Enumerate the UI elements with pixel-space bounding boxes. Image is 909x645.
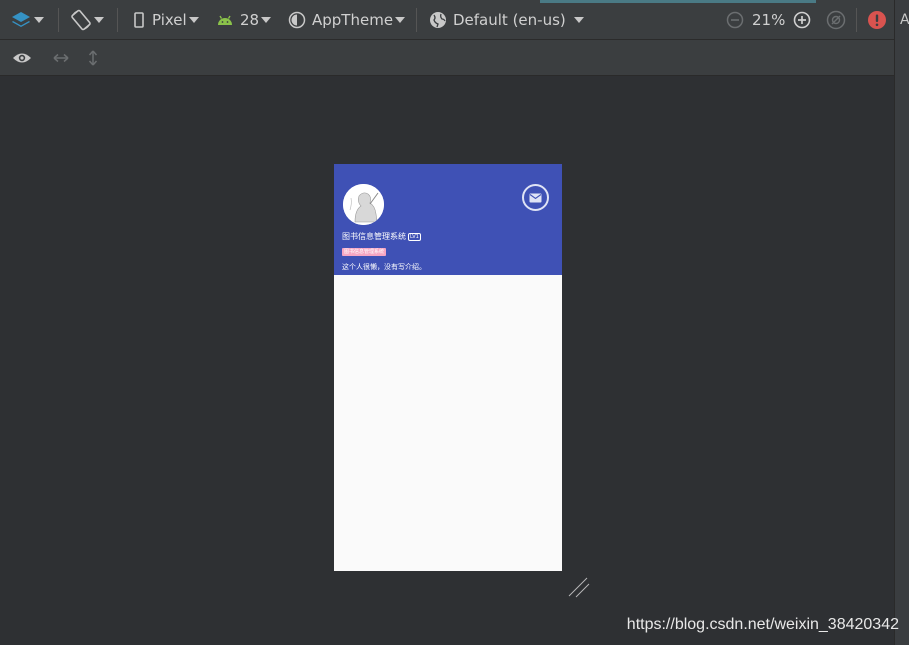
rotate-icon [71,9,91,31]
message-button[interactable] [522,184,549,211]
api-level-dropdown[interactable]: 28 [216,0,272,40]
preview-resize-handle[interactable] [567,575,591,603]
locale-dropdown[interactable]: Default (en-us) [429,0,584,40]
chevron-down-icon [34,17,44,23]
arrows-horizontal-icon [53,53,69,63]
toolbar-divider [117,8,118,32]
watermark-url: https://blog.csdn.net/weixin_38420342 [626,616,899,633]
zoom-out-button[interactable] [726,0,744,40]
toolbar-divider [58,8,59,32]
resize-grip-icon [568,577,590,598]
level-badge: LV1 [408,232,421,241]
show-view-options-button[interactable] [12,40,32,76]
toolbar-divider [856,8,857,32]
android-icon [218,15,232,25]
phone-icon [134,12,144,28]
toolbar-divider [416,8,417,32]
device-preview[interactable]: 图书信息管理系统 LV1 图书信息管理系统 这个人很懒，没有写介绍。 [334,164,562,571]
profile-header: 图书信息管理系统 LV1 图书信息管理系统 这个人很懒，没有写介绍。 [334,164,562,275]
zoom-fit-icon [826,10,846,30]
device-dropdown[interactable]: Pixel [132,0,199,40]
error-button[interactable] [867,0,887,40]
chevron-down-icon [573,17,584,23]
chevron-down-icon [188,17,199,23]
globe-icon [430,12,446,28]
vertical-resize-button[interactable] [87,40,99,76]
secondary-toolbar [0,40,894,76]
profile-name: 图书信息管理系统 LV1 [342,231,421,242]
locale-label: Default (en-us) [453,11,566,29]
app-title-text: 图书信息管理系统 [342,232,406,241]
error-icon [868,11,886,29]
chevron-down-icon [395,17,406,23]
zoom-level-label: 21% [752,11,786,29]
theme-label: AppTheme [312,11,394,29]
right-side-panel-strip [894,0,909,645]
api-level-label: 28 [240,11,260,29]
avatar[interactable] [343,184,384,225]
design-toolbar: Pixel 28 AppTheme Default (en-us) 21% [0,0,894,40]
zoom-in-button[interactable] [793,0,811,40]
side-panel-tab[interactable]: A [900,12,909,28]
device-label: Pixel [152,11,187,29]
theme-dropdown[interactable]: AppTheme [288,0,406,40]
zoom-in-icon [793,11,811,29]
profile-intro: 这个人很懒，没有写介绍。 [342,263,426,271]
design-surface-dropdown[interactable] [10,0,44,40]
active-tab-indicator [540,0,816,3]
arrows-vertical-icon [88,50,98,66]
orientation-dropdown[interactable] [70,0,104,40]
profile-tag: 图书信息管理系统 [342,248,387,256]
chevron-down-icon [94,17,104,23]
zoom-level: 21% [752,0,785,40]
zoom-fit-button[interactable] [826,0,846,40]
theme-icon [288,11,306,29]
eye-icon [13,53,31,63]
zoom-out-icon [726,11,744,29]
horizontal-resize-button[interactable] [52,40,70,76]
chevron-down-icon [261,17,272,23]
layers-icon [12,12,30,27]
avatar-illustration-icon [343,184,384,225]
mail-icon [529,193,542,202]
